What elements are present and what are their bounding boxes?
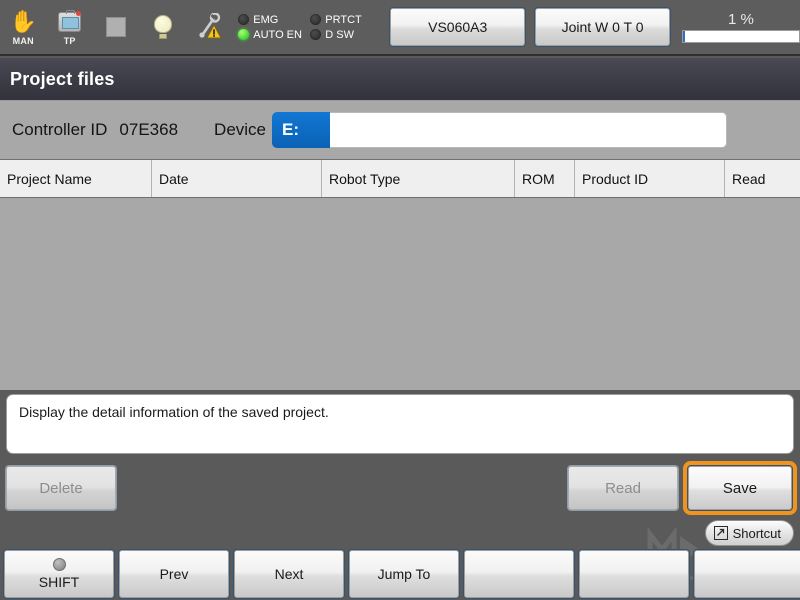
external-link-icon	[713, 526, 728, 540]
read-button[interactable]: Read	[568, 466, 678, 510]
project-files-table: Project Name Date Robot Type ROM Product ID R…	[0, 159, 800, 390]
fkey-shift-label: SHIFT	[38, 574, 80, 590]
fkey-blank-3[interactable]	[694, 550, 800, 598]
manual-mode-icon[interactable]: ✋ MAN	[0, 1, 46, 53]
led-auto-en: AUTO EN	[238, 29, 310, 41]
controller-id-value: 07E368	[119, 120, 179, 139]
led-prtct: PRTCT	[310, 14, 382, 26]
action-button-bar: Delete Read Save	[0, 460, 800, 518]
teach-pendant-screen: ✋ MAN TP EMG PRTCT AUTO EN D SW VS060A3 …	[0, 0, 800, 600]
device-path-input[interactable]: E:	[272, 111, 728, 148]
prtct-led-indicator	[310, 14, 322, 25]
status-led-cluster: EMG PRTCT AUTO EN D SW	[238, 14, 382, 41]
auto-en-led-indicator	[238, 29, 250, 40]
fkey-shift[interactable]: SHIFT	[4, 550, 114, 598]
table-column-header[interactable]: ROM	[515, 160, 575, 197]
shortcut-row: Shortcut	[0, 518, 800, 548]
page-title-bar: Project files	[0, 58, 800, 101]
shortcut-label: Shortcut	[732, 525, 781, 541]
table-column-header[interactable]: Read	[725, 160, 800, 197]
controller-info-row: Controller ID 07E368 Device E:	[0, 101, 800, 159]
shortcut-button[interactable]: Shortcut	[704, 520, 794, 546]
led-emg: EMG	[238, 14, 310, 26]
fkey-next[interactable]: Next	[234, 550, 344, 598]
device-label: Device	[214, 120, 267, 139]
emg-led-label: EMG	[253, 13, 279, 26]
fkey-blank-2[interactable]	[579, 550, 689, 598]
table-body[interactable]	[0, 198, 800, 390]
status-bar: ✋ MAN TP EMG PRTCT AUTO EN D SW VS060A3 …	[0, 0, 800, 56]
prtct-led-label: PRTCT	[325, 13, 362, 26]
table-column-header[interactable]: Project Name	[0, 160, 152, 197]
speed-progress-fill	[682, 31, 685, 42]
speed-indicator[interactable]: 1 %	[681, 11, 800, 43]
lamp-icon[interactable]	[139, 1, 185, 53]
speed-progress-bar[interactable]	[681, 30, 800, 43]
d-sw-led-indicator	[310, 29, 322, 40]
function-key-bar: MECH MIND SHIFTPrevNextJump To	[0, 528, 800, 600]
device-drive-tab[interactable]: E:	[272, 111, 331, 148]
shift-led-indicator	[52, 558, 66, 571]
speed-percent-label: 1 %	[728, 11, 754, 28]
fkey-blank-1[interactable]	[464, 550, 574, 598]
d-sw-led-label: D SW	[325, 28, 354, 41]
table-column-header[interactable]: Robot Type	[322, 160, 515, 197]
table-header-row: Project Name Date Robot Type ROM Product ID R…	[0, 160, 800, 198]
teach-pendant-icon[interactable]: TP	[46, 1, 92, 53]
auto-en-led-label: AUTO EN	[253, 28, 302, 41]
led-d-sw: D SW	[310, 29, 382, 41]
stop-square-icon[interactable]	[93, 1, 139, 53]
delete-button[interactable]: Delete	[6, 466, 116, 510]
teach-pendant-label: TP	[63, 36, 76, 46]
controller-id-label: Controller ID	[12, 120, 108, 139]
coordinate-mode-button[interactable]: Joint W 0 T 0	[535, 8, 670, 46]
manual-mode-label: MAN	[12, 36, 34, 46]
emg-led-indicator	[238, 14, 250, 25]
page-title: Project files	[10, 68, 115, 89]
fkey-jump-to-label: Jump To	[377, 566, 431, 582]
robot-model-button[interactable]: VS060A3	[390, 8, 526, 46]
save-button[interactable]: Save	[688, 466, 792, 510]
fkey-prev-label: Prev	[159, 566, 189, 582]
table-column-header[interactable]: Product ID	[575, 160, 725, 197]
wrench-warning-icon[interactable]	[186, 1, 232, 53]
message-box: Display the detail information of the sa…	[6, 394, 794, 454]
fkey-next-label: Next	[274, 566, 304, 582]
table-column-header[interactable]: Date	[152, 160, 322, 197]
fkey-jump-to[interactable]: Jump To	[349, 550, 459, 598]
fkey-prev[interactable]: Prev	[119, 550, 229, 598]
